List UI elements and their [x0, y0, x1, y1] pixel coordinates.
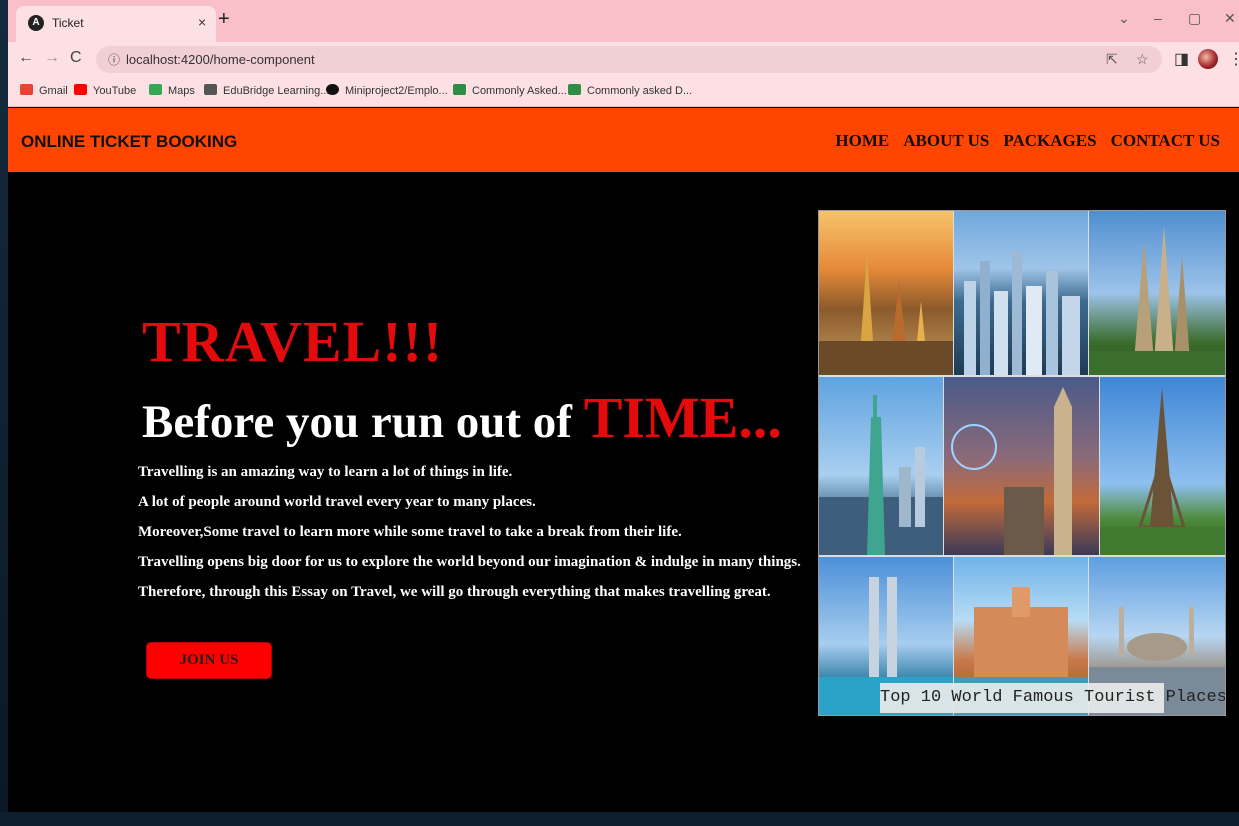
collage-tile-london: [944, 377, 1099, 555]
site-brand[interactable]: ONLINE TICKET BOOKING: [21, 132, 237, 152]
minimize-button[interactable]: –: [1154, 10, 1162, 26]
bookmark-commonly-asked-1[interactable]: Commonly Asked...: [453, 84, 567, 97]
collage-tile-sagrada-familia: [1089, 211, 1225, 375]
hero-section: TRAVEL!!! Before you run out of TIME... …: [8, 172, 1239, 812]
hero-paragraph: Travelling opens big door for us to expl…: [138, 554, 801, 570]
nav-home-link[interactable]: HOME: [835, 131, 889, 151]
maps-icon: [149, 84, 162, 95]
hero-subheadline-highlight: TIME...: [583, 385, 782, 450]
side-panel-icon[interactable]: ◨: [1174, 49, 1189, 69]
menu-kebab-icon[interactable]: ⋮: [1228, 49, 1239, 69]
site-navbar: ONLINE TICKET BOOKING HOME ABOUT US PACK…: [8, 108, 1239, 172]
bookmark-maps[interactable]: Maps: [149, 84, 195, 97]
bookmark-star-icon[interactable]: ☆: [1136, 51, 1149, 68]
tab-title: Ticket: [52, 16, 84, 30]
hero-subheadline-prefix: Before you run out of: [142, 396, 584, 448]
nav-contact-link[interactable]: CONTACT US: [1111, 131, 1220, 151]
tab-ticket[interactable]: A Ticket ×: [16, 6, 216, 42]
maximize-button[interactable]: ▢: [1188, 10, 1201, 27]
hero-paragraph: Therefore, through this Essay on Travel,…: [138, 584, 771, 600]
angular-favicon-icon: A: [28, 15, 44, 31]
address-url[interactable]: localhost:4200/home-component: [126, 52, 315, 67]
bookmark-edubridge[interactable]: EduBridge Learning...: [204, 84, 329, 97]
geeksforgeeks-icon: [453, 84, 466, 95]
tab-search-chevron-icon[interactable]: ⌄: [1118, 10, 1130, 27]
collage-tile-hong-kong: [954, 211, 1088, 375]
hero-subheadline: Before you run out of TIME...: [142, 384, 782, 451]
hero-headline: TRAVEL!!!: [142, 309, 444, 374]
back-arrow-icon[interactable]: ←: [18, 49, 34, 67]
collage-tile-statue-of-liberty: [819, 377, 943, 555]
youtube-icon: [74, 84, 87, 95]
gmail-icon: [20, 84, 33, 95]
browser-window: A Ticket × + ⌄ – ▢ ✕ ← → C ⓘ localhost:4…: [8, 0, 1239, 812]
collage-tile-eiffel-tower: [1100, 377, 1225, 555]
share-icon[interactable]: ⇱: [1106, 51, 1118, 68]
desktop-background: [0, 0, 8, 826]
join-us-button[interactable]: JOIN US: [146, 642, 272, 679]
tab-close-icon[interactable]: ×: [198, 14, 206, 30]
nav-packages-link[interactable]: PACKAGES: [1003, 131, 1096, 151]
tourist-places-collage: Top 10 World Famous Tourist Places: [818, 210, 1226, 716]
hero-paragraph: Moreover,Some travel to learn more while…: [138, 524, 682, 540]
new-tab-button[interactable]: +: [218, 9, 230, 29]
bookmarks-bar: Gmail YouTube Maps EduBridge Learning...…: [8, 76, 1239, 107]
close-window-button[interactable]: ✕: [1224, 10, 1236, 27]
geeksforgeeks-icon: [568, 84, 581, 95]
site-nav-links: HOME ABOUT US PACKAGES CONTACT US: [835, 131, 1220, 151]
profile-avatar[interactable]: [1198, 49, 1218, 69]
collage-caption: Top 10 World Famous Tourist Places: [880, 683, 1225, 713]
address-bar[interactable]: ⓘ localhost:4200/home-component ⇱ ☆: [96, 46, 1162, 73]
site-info-icon[interactable]: ⓘ: [108, 51, 120, 68]
browser-toolbar: ← → C ⓘ localhost:4200/home-component ⇱ …: [8, 42, 1239, 76]
bookmark-github[interactable]: Miniproject2/Emplo...: [326, 84, 448, 97]
tab-strip: A Ticket × + ⌄ – ▢ ✕: [8, 0, 1239, 42]
bookmark-gmail[interactable]: Gmail: [20, 84, 68, 97]
desktop-background-bottom: [0, 812, 1239, 826]
edubridge-icon: [204, 84, 217, 95]
forward-arrow-icon[interactable]: →: [44, 49, 60, 67]
reload-icon[interactable]: C: [70, 49, 82, 67]
bookmark-commonly-asked-2[interactable]: Commonly asked D...: [568, 84, 692, 97]
hero-paragraph: A lot of people around world travel ever…: [138, 494, 536, 510]
bookmark-youtube[interactable]: YouTube: [74, 84, 136, 97]
nav-about-link[interactable]: ABOUT US: [903, 131, 989, 151]
hero-paragraph: Travelling is an amazing way to learn a …: [138, 464, 513, 480]
collage-tile-grand-palace: [819, 211, 953, 375]
github-icon: [326, 84, 339, 95]
